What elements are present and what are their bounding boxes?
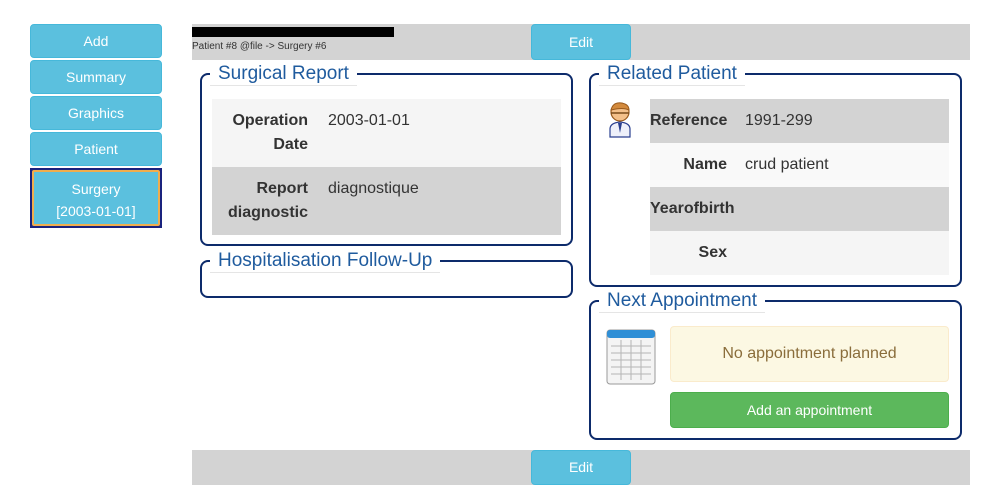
surgical-report-table: Operation Date 2003-01-01 Report diagnos…	[212, 99, 561, 235]
sidebar-add-button[interactable]: Add	[30, 24, 162, 58]
reference-label: Reference	[650, 112, 728, 129]
table-row: Yearofbirth	[650, 187, 949, 231]
sidebar-surgery-label: Surgery [2003-01-01]	[32, 170, 160, 226]
table-row: Sex	[650, 231, 949, 275]
edit-button-bottom[interactable]: Edit	[531, 450, 631, 485]
edit-button-top[interactable]: Edit	[531, 24, 631, 60]
no-appointment-notice: No appointment planned	[670, 326, 949, 382]
sidebar-nav: Add Summary Graphics Patient Surgery [20…	[30, 24, 162, 230]
report-diagnostic-label-2: diagnostic	[227, 204, 308, 221]
next-appointment-panel: Next Appointment No appointment planned …	[589, 290, 962, 440]
sidebar-surgery-date: [2003-01-01]	[56, 203, 136, 219]
calendar-table-icon	[606, 329, 656, 385]
report-diagnostic-label-1: Report	[256, 180, 308, 197]
top-toolbar: Patient #8 @file -> Surgery #6 Edit	[192, 24, 970, 60]
related-patient-title: Related Patient	[599, 63, 745, 86]
sex-label: Sex	[698, 244, 727, 261]
table-row: Operation Date 2003-01-01	[212, 99, 561, 167]
sidebar-graphics-button[interactable]: Graphics	[30, 96, 162, 130]
hospitalisation-panel: Hospitalisation Follow-Up	[200, 250, 573, 298]
hospitalisation-title: Hospitalisation Follow-Up	[210, 250, 441, 273]
next-appointment-title: Next Appointment	[599, 290, 765, 313]
redacted-title	[192, 27, 394, 37]
operation-date-value: 2003-01-01	[328, 112, 410, 129]
add-appointment-button[interactable]: Add an appointment	[670, 392, 949, 428]
bottom-toolbar: Edit	[192, 450, 970, 485]
surgical-report-title: Surgical Report	[210, 63, 357, 86]
related-patient-table: Reference 1991-299 Name crud patient Yea…	[650, 99, 949, 275]
table-row: Report diagnostic diagnostique	[212, 167, 561, 235]
operation-date-label-2: Date	[273, 136, 308, 153]
yearofbirth-label: Yearofbirth	[650, 200, 735, 217]
name-value: crud patient	[745, 156, 829, 173]
table-row: Name crud patient	[650, 143, 949, 187]
related-patient-panel: Related Patient Reference 1991-299 Name …	[589, 63, 962, 287]
report-diagnostic-label: Report diagnostic	[212, 167, 308, 235]
table-row: Reference 1991-299	[650, 99, 949, 143]
sidebar-patient-button[interactable]: Patient	[30, 132, 162, 166]
sidebar-surgery-button[interactable]: Surgery [2003-01-01]	[30, 168, 162, 228]
name-label: Name	[683, 156, 727, 173]
report-diagnostic-value: diagnostique	[328, 180, 419, 197]
operation-date-label: Operation Date	[212, 99, 308, 167]
surgical-report-panel: Surgical Report Operation Date 2003-01-0…	[200, 63, 573, 246]
sidebar-summary-button[interactable]: Summary	[30, 60, 162, 94]
reference-value: 1991-299	[745, 112, 813, 129]
operation-date-label-1: Operation	[232, 112, 308, 129]
patient-avatar-icon	[609, 102, 631, 138]
breadcrumb: Patient #8 @file -> Surgery #6	[192, 41, 327, 52]
sidebar-surgery-title: Surgery	[71, 181, 121, 197]
